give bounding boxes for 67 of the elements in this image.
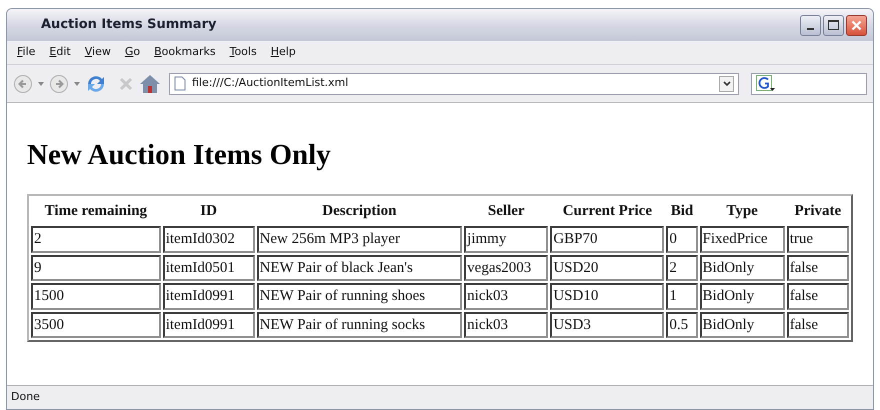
- table-cell: itemId0302: [162, 226, 255, 252]
- table-cell: false: [786, 283, 849, 310]
- back-icon[interactable]: [13, 74, 33, 94]
- table-cell: 2: [666, 254, 698, 281]
- menu-item[interactable]: Bookmarks: [154, 44, 216, 61]
- table-cell: true: [786, 226, 849, 252]
- minimize-button[interactable]: [800, 14, 821, 36]
- table-cell: USD20: [550, 254, 664, 281]
- menu-item[interactable]: Tools: [230, 44, 257, 61]
- status-text: Done: [11, 389, 40, 406]
- page-icon: [174, 76, 186, 91]
- table-cell: 0.5: [666, 312, 698, 338]
- column-header: Time remaining: [44, 202, 148, 221]
- refresh-icon[interactable]: [85, 74, 107, 94]
- forward-icon[interactable]: [49, 74, 69, 94]
- chevron-icon[interactable]: [722, 80, 730, 86]
- menu-item[interactable]: View: [84, 44, 111, 61]
- search-engine-icon[interactable]: [756, 75, 776, 92]
- column-header: Bid: [670, 202, 694, 221]
- home-icon[interactable]: [139, 74, 161, 94]
- maximize-button[interactable]: [823, 14, 844, 36]
- table-cell: itemId0991: [162, 283, 255, 310]
- table-cell: 0: [666, 226, 698, 252]
- page-heading: New Auction Items Only: [27, 141, 332, 170]
- dropdown-button[interactable]: [719, 76, 734, 92]
- column-header: ID: [199, 202, 218, 221]
- table-cell: 2: [31, 226, 161, 252]
- table-cell: 1500: [31, 283, 161, 310]
- table-cell: BidOnly: [700, 283, 785, 310]
- table-cell: USD3: [550, 312, 664, 338]
- column-header: Seller: [486, 202, 526, 221]
- table-cell: 3500: [31, 312, 161, 338]
- table-cell: BidOnly: [700, 254, 785, 281]
- table-cell: false: [786, 254, 849, 281]
- menu-item[interactable]: Edit: [49, 44, 71, 61]
- table-cell: New 256m MP3 player: [256, 226, 462, 252]
- window-title: Auction Items Summary: [41, 16, 216, 34]
- close-icon[interactable]: [851, 20, 862, 30]
- address-text: file:///C:/AuctionItemList.xml: [192, 75, 348, 92]
- table-cell: 9: [31, 254, 161, 281]
- column-header: Current Price: [562, 202, 653, 221]
- table-cell: nick03: [464, 283, 548, 310]
- column-header: Description: [321, 202, 398, 221]
- table-cell: jimmy: [464, 226, 548, 252]
- table-cell: vegas2003: [464, 254, 548, 281]
- menu-item[interactable]: File: [17, 44, 36, 61]
- column-header: Private: [794, 202, 842, 221]
- table-cell: NEW Pair of running socks: [256, 312, 462, 338]
- table-cell: FixedPrice: [700, 226, 785, 252]
- table-cell: false: [786, 312, 849, 338]
- address-field[interactable]: file:///C:/AuctionItemList.xml: [169, 72, 739, 94]
- table-cell: itemId0501: [162, 254, 255, 281]
- table-cell: NEW Pair of running shoes: [256, 283, 462, 310]
- close-button[interactable]: [846, 14, 867, 36]
- search-field[interactable]: [751, 72, 867, 94]
- menu-item[interactable]: Help: [270, 44, 296, 61]
- column-header: Type: [725, 202, 759, 221]
- table-cell: BidOnly: [700, 312, 785, 338]
- table-cell: NEW Pair of black Jean's: [256, 254, 462, 281]
- table-cell: 1: [666, 283, 698, 310]
- table-cell: USD10: [550, 283, 664, 310]
- table-cell: itemId0991: [162, 312, 255, 338]
- table-cell: nick03: [464, 312, 548, 338]
- caret-icon[interactable]: [73, 80, 81, 86]
- menu-item[interactable]: Go: [124, 44, 140, 61]
- table-cell: GBP70: [550, 226, 664, 252]
- caret-icon[interactable]: [37, 80, 45, 86]
